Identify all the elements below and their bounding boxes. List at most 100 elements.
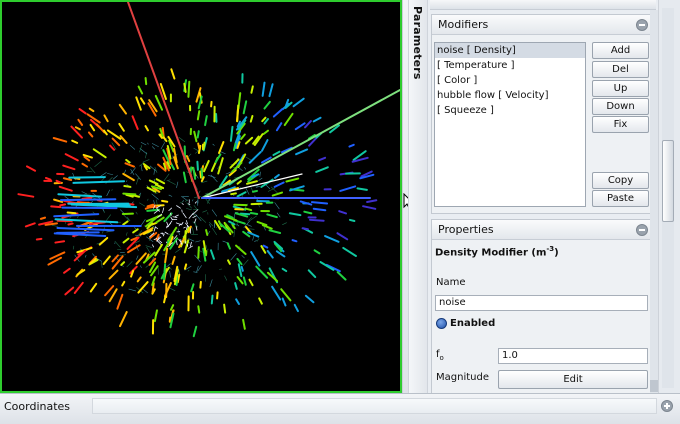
particle-mesh (151, 193, 159, 200)
particle-streak (56, 226, 115, 232)
particle-streak (294, 122, 306, 131)
panel-scrollbar[interactable] (658, 0, 680, 393)
particle-streak (197, 305, 201, 314)
properties-header: Properties (432, 220, 654, 240)
particle-streak (242, 100, 248, 115)
particle-streak (163, 295, 167, 304)
particle-mesh (153, 200, 155, 205)
particle-streak (244, 207, 253, 212)
particle-streak (261, 81, 266, 97)
f0-field[interactable]: 1.0 (498, 348, 648, 364)
copy-button[interactable]: Copy (592, 172, 649, 189)
modifier-list-item[interactable]: [ Squeeze ] (435, 103, 585, 118)
particle-streak (273, 181, 285, 188)
modifier-list-item[interactable]: [ Temperature ] (435, 58, 585, 73)
modifier-list-item[interactable]: hubble flow [ Velocity] (435, 88, 585, 103)
parameters-side-tab[interactable]: Parameters (408, 0, 428, 393)
fix-button[interactable]: Fix (592, 116, 649, 133)
particle-mesh (120, 209, 125, 214)
particle-mesh (256, 238, 260, 242)
3d-viewport[interactable] (0, 0, 402, 393)
particle-mesh (92, 253, 95, 257)
particle-mesh (166, 179, 171, 182)
particle-streak (121, 280, 126, 287)
particle-mesh (199, 216, 207, 223)
particle-streak (108, 269, 119, 280)
particle-streak (283, 112, 294, 127)
particle-streak (89, 282, 98, 293)
particle-streak (62, 164, 76, 171)
particle-streak (309, 218, 325, 222)
particle-mesh (114, 240, 121, 248)
particle-mesh (140, 142, 147, 146)
particle-core (152, 244, 154, 248)
particle-streak (263, 100, 271, 110)
particle-streak (153, 309, 158, 323)
enabled-icon[interactable] (436, 318, 447, 329)
particle-streak (202, 141, 206, 151)
particle-streak (192, 166, 197, 180)
particle-streak (92, 148, 107, 159)
particle-core (181, 203, 184, 205)
panel-inner-scrollbar[interactable] (650, 10, 658, 393)
parameters-panel: Modifiers noise [ Density][ Temperature … (428, 0, 658, 393)
particle-streak (304, 294, 315, 304)
expand-icon[interactable] (661, 400, 673, 412)
particle-mesh (128, 288, 137, 292)
down-button[interactable]: Down (592, 98, 649, 115)
particle-streak (236, 276, 244, 285)
modifiers-list[interactable]: noise [ Density][ Temperature ][ Color ]… (434, 42, 586, 207)
particle-streak (310, 201, 329, 205)
particle-core (170, 216, 173, 221)
particle-streak (135, 96, 142, 111)
collapse-icon[interactable] (636, 19, 648, 31)
scroll-thumb[interactable] (662, 140, 674, 222)
particle-streak (44, 176, 52, 181)
particle-streak (250, 251, 261, 267)
particle-streak (275, 122, 283, 132)
add-button[interactable]: Add (592, 42, 649, 59)
particle-streak (307, 269, 317, 279)
del-button[interactable]: Del (592, 61, 649, 78)
paste-button[interactable]: Paste (592, 190, 649, 207)
particle-streak (74, 126, 81, 131)
particle-mesh (160, 142, 166, 150)
up-button[interactable]: Up (592, 80, 649, 97)
particle-mesh (195, 240, 201, 243)
particle-streak (227, 259, 231, 265)
particle-mesh (166, 263, 171, 268)
particle-streak (139, 97, 146, 105)
particle-streak (104, 285, 115, 297)
coordinates-label: Coordinates (4, 400, 71, 413)
enabled-label[interactable]: Enabled (450, 318, 495, 329)
particle-streak (209, 249, 215, 260)
particle-streak (35, 237, 43, 241)
particle-streak (237, 263, 243, 278)
particle-streak (154, 243, 163, 257)
particle-streak (124, 162, 135, 168)
particle-mesh (122, 213, 130, 221)
particle-mesh (139, 202, 146, 207)
particle-streak (64, 286, 75, 296)
magnitude-edit-button[interactable]: Edit (498, 370, 648, 389)
modifier-list-item[interactable]: noise [ Density] (435, 43, 585, 58)
particle-streak (295, 148, 309, 156)
particle-streak (313, 249, 321, 255)
magnitude-label: Magnitude (436, 372, 489, 383)
particle-mesh (168, 194, 173, 197)
particle-core (194, 201, 197, 204)
particle-streak (240, 265, 244, 272)
particle-core (195, 226, 198, 231)
particle-streak (88, 107, 95, 113)
collapse-icon[interactable] (636, 224, 648, 236)
particle-streak (66, 211, 77, 215)
modifier-list-item[interactable]: [ Color ] (435, 73, 585, 88)
particle-streak (356, 187, 368, 191)
particle-mesh (72, 245, 75, 250)
particle-streak (228, 220, 236, 226)
particle-streak (102, 129, 108, 136)
name-field[interactable]: noise (435, 295, 648, 311)
particle-mesh (107, 173, 114, 175)
inner-scroll-thumb[interactable] (650, 380, 658, 392)
particle-streak (303, 210, 313, 215)
